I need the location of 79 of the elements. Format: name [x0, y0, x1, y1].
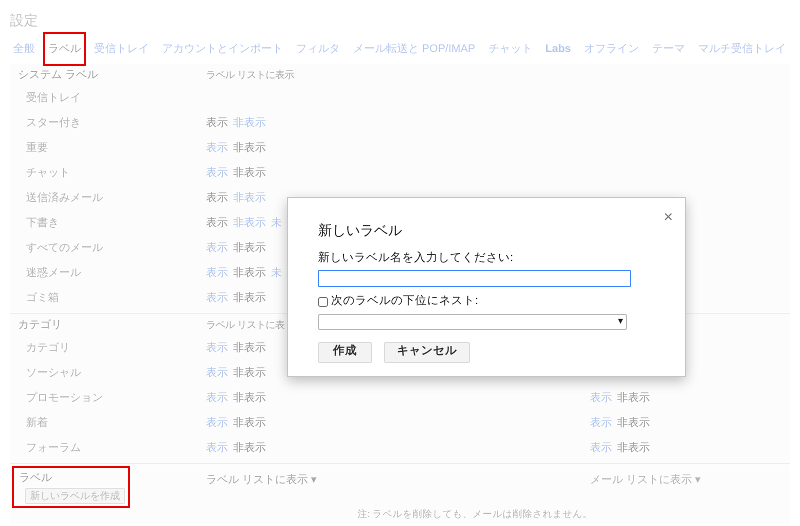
label-name: 新着 [26, 416, 49, 432]
option-link[interactable]: 未 [271, 215, 282, 232]
option-text: 非表示 [233, 166, 266, 182]
option-link[interactable]: 表示 [206, 340, 228, 357]
option-text: 非表示 [233, 416, 266, 432]
option-text: 表示 [206, 116, 228, 132]
option-text: 非表示 [233, 291, 266, 306]
label-name: 受信トレイ [26, 90, 82, 106]
option-link[interactable]: 表示 [206, 240, 228, 257]
checkbox-label: 次のラベルの下位にネスト: [331, 294, 478, 310]
settings-tab[interactable]: オフライン [578, 36, 644, 62]
parent-label-dropdown[interactable]: ▾ [318, 314, 627, 330]
option-link[interactable]: 表示 [206, 440, 228, 457]
section-heading: システム ラベル [18, 68, 100, 83]
label-name: すべてのメール [26, 241, 104, 256]
settings-tab[interactable]: マルチ受信トレイ [692, 36, 791, 62]
label-name: カテゴリ [26, 341, 71, 356]
option-text: 非表示 [617, 416, 650, 432]
label-name: 迷惑メール [26, 266, 82, 282]
option-link[interactable]: 表示 [206, 415, 228, 432]
option-text: 表示 [206, 216, 228, 232]
page-title: 設定 [9, 11, 39, 30]
settings-tab[interactable]: チャット [483, 36, 538, 62]
option-link[interactable]: 表示 [590, 415, 612, 432]
option-link[interactable]: 非表示 [233, 190, 266, 207]
option-link[interactable]: 非表示 [233, 115, 266, 132]
settings-tab[interactable]: メール転送と POP/IMAP [348, 36, 480, 62]
label-name: チャット [26, 166, 71, 182]
field-label: 新しいラベル名を入力してください: [318, 250, 514, 266]
label-name: フォーラム [26, 441, 82, 456]
label-name: 重要 [26, 141, 49, 156]
label-name: ゴミ箱 [26, 291, 60, 306]
column-header: ラベル リストに表示 [206, 68, 294, 82]
dropdown-arrow-icon: ▾ [618, 316, 623, 326]
option-link[interactable]: 非表示 [233, 215, 266, 232]
settings-tab[interactable]: フィルタ [291, 36, 345, 62]
option-link[interactable]: 表示 [590, 390, 612, 407]
option-text: 非表示 [617, 441, 650, 456]
nest-checkbox[interactable] [318, 296, 328, 307]
option-link[interactable]: 表示 [206, 390, 228, 407]
name-field[interactable] [318, 270, 631, 288]
settings-tab[interactable]: テーマ [646, 36, 690, 62]
option-text: 非表示 [617, 391, 650, 406]
option-link[interactable]: 表示 [206, 165, 228, 182]
option-link[interactable]: 表示 [206, 290, 228, 307]
footnote: 注: ラベルを削除しても、メールは削除されません。 [357, 508, 593, 522]
label-name: スター付き [26, 116, 82, 132]
dialog-title: 新しいラベル [318, 221, 402, 240]
option-text: 非表示 [233, 441, 266, 456]
option-text: 非表示 [233, 266, 266, 282]
option-link[interactable]: 表示 [206, 265, 228, 282]
option-text: 非表示 [233, 141, 266, 156]
label-name: 下書き [26, 216, 60, 232]
settings-tab[interactable]: 受信トレイ [89, 36, 154, 62]
settings-tab[interactable]: 全般 [8, 36, 40, 62]
option-text: 非表示 [233, 241, 266, 256]
option-link[interactable]: 表示 [206, 365, 228, 382]
section-heading: ラベル [19, 471, 52, 486]
option-text: 非表示 [233, 391, 266, 406]
label-name: 送信済みメール [26, 190, 104, 206]
settings-tab[interactable]: ラベル [43, 32, 86, 66]
create-label-button[interactable]: 新しいラベルを作成 [25, 488, 125, 504]
column-header[interactable]: メール リストに表示 ▾ [590, 474, 702, 486]
option-link[interactable]: 表示 [590, 440, 612, 457]
column-header[interactable]: ラベル リストに表示 ▾ [206, 474, 318, 486]
label-name: ソーシャル [26, 366, 82, 382]
settings-tab[interactable]: Labs [540, 36, 576, 62]
section-heading: カテゴリ [18, 318, 63, 333]
option-link[interactable]: 未 [271, 265, 282, 282]
label-name: プロモーション [26, 390, 104, 406]
option-link[interactable]: 表示 [206, 140, 228, 157]
option-text: 非表示 [233, 341, 266, 356]
column-header: ラベル リストに表 [206, 318, 284, 332]
option-text: 表示 [206, 191, 228, 206]
create-button[interactable]: 作成 [318, 342, 372, 362]
close-icon[interactable]: × [664, 206, 673, 230]
cancel-button[interactable]: キャンセル [384, 342, 470, 362]
settings-tab[interactable]: アカウントとインポート [157, 36, 288, 62]
option-text: 非表示 [233, 366, 266, 382]
